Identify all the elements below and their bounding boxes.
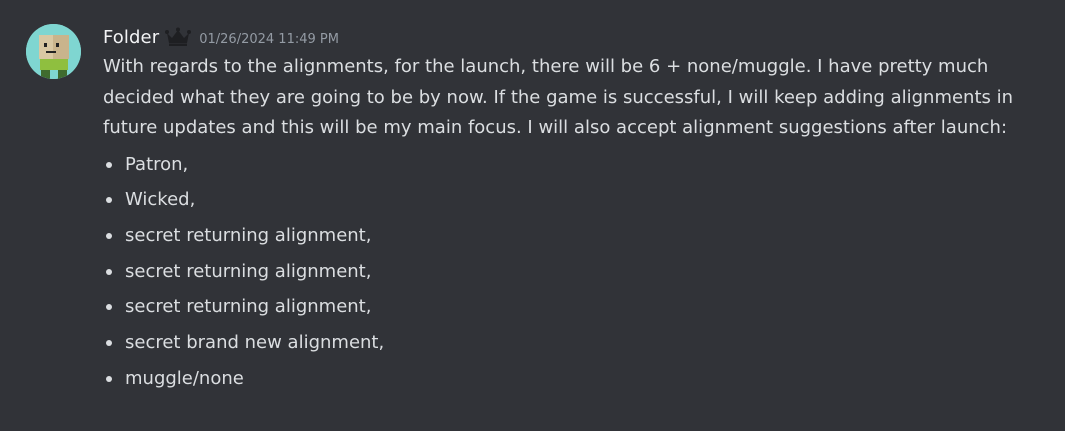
bullet-text: Wicked, bbox=[125, 189, 196, 211]
bullet-text: Patron, bbox=[125, 153, 189, 175]
bullet-dot-icon bbox=[106, 232, 112, 239]
avatar-image bbox=[26, 24, 81, 79]
bullet-text: secret brand new alignment, bbox=[125, 331, 385, 353]
bullet-dot-icon bbox=[106, 375, 112, 382]
bullet-text: muggle/none bbox=[125, 367, 244, 389]
user-avatar[interactable] bbox=[26, 24, 81, 79]
username[interactable]: Folder bbox=[103, 27, 159, 48]
message-body-text: With regards to the alignments, for the … bbox=[103, 56, 1014, 138]
bullet-text: secret returning alignment, bbox=[125, 296, 372, 318]
bullet-item: secret returning alignment, bbox=[103, 221, 1043, 257]
chat-message: Folder 01/26/2024 11:49 PM With regards … bbox=[0, 0, 1065, 431]
bullet-dot-icon bbox=[106, 304, 112, 311]
bullet-item: Patron, bbox=[103, 150, 1043, 186]
message-content: With regards to the alignments, for the … bbox=[103, 52, 1043, 399]
bullet-text: secret returning alignment, bbox=[125, 224, 372, 246]
message-header: Folder 01/26/2024 11:49 PM bbox=[103, 24, 339, 50]
bullet-item: secret returning alignment, bbox=[103, 257, 1043, 293]
bullet-dot-icon bbox=[106, 339, 112, 346]
bullet-dot-icon bbox=[106, 197, 112, 204]
bullet-text: secret returning alignment, bbox=[125, 260, 372, 282]
crown-icon bbox=[165, 27, 192, 47]
bullet-list: Patron, Wicked, secret returning alignme… bbox=[103, 150, 1043, 400]
bullet-item: Wicked, bbox=[103, 185, 1043, 221]
bullet-dot-icon bbox=[106, 161, 112, 168]
message-timestamp: 01/26/2024 11:49 PM bbox=[199, 31, 339, 47]
bullet-dot-icon bbox=[106, 268, 112, 275]
bullet-item: secret brand new alignment, bbox=[103, 328, 1043, 364]
bullet-item: muggle/none bbox=[103, 364, 1043, 400]
bullet-item: secret returning alignment, bbox=[103, 292, 1043, 328]
